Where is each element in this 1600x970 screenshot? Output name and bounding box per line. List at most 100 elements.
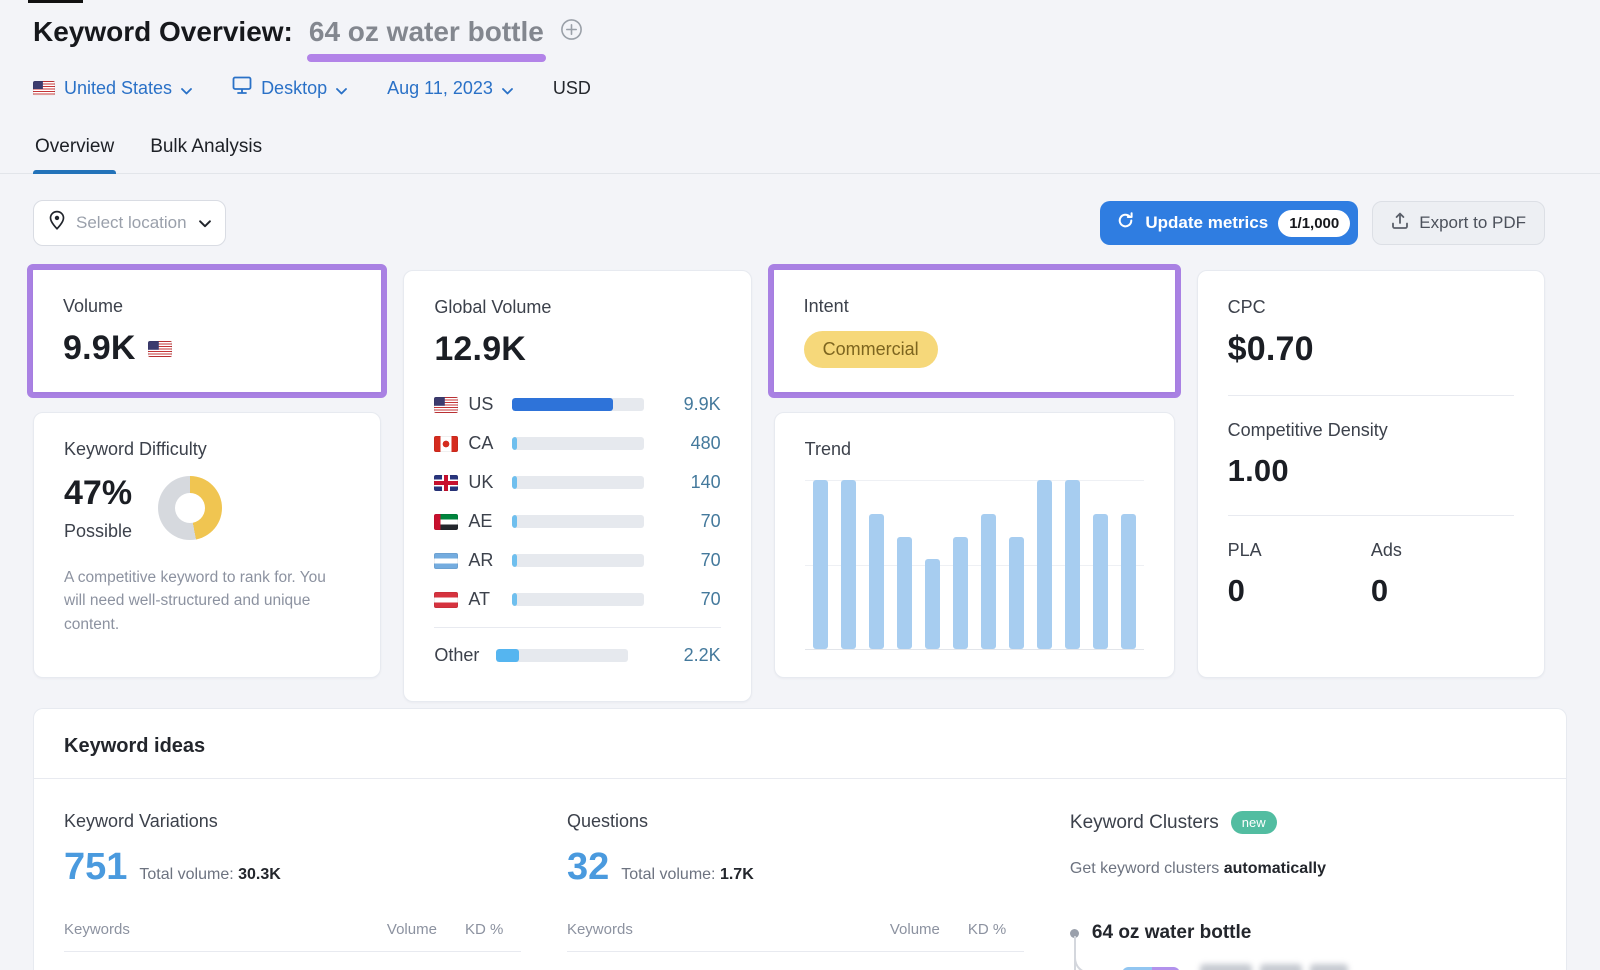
ads-value: 0	[1371, 573, 1514, 609]
flag-at-icon	[434, 592, 458, 608]
connector-curve	[1074, 936, 1104, 970]
trend-bar	[1009, 537, 1024, 649]
keyword-clusters-column: Keyword Clusters new Get keyword cluster…	[1070, 811, 1536, 970]
volume-annotation-box: Volume 9.9K	[27, 264, 387, 398]
divider	[1228, 395, 1514, 396]
toolbar: Select location Update metrics 1/1,000 E…	[33, 200, 1545, 246]
intent-annotation-box: Intent Commercial	[768, 264, 1181, 398]
divider	[434, 627, 720, 628]
blurred-keyword	[1200, 964, 1348, 970]
pla-label: PLA	[1228, 540, 1371, 561]
tab-bulk-analysis[interactable]: Bulk Analysis	[148, 126, 264, 173]
chevron-down-icon	[502, 79, 513, 100]
chevron-down-icon	[336, 79, 347, 100]
other-bar	[496, 649, 518, 662]
chevron-down-icon	[199, 213, 211, 233]
table-header: Keywords Volume KD %	[567, 921, 1024, 952]
tab-overview[interactable]: Overview	[33, 126, 116, 173]
global-volume-row: US 9.9K	[434, 385, 720, 424]
cluster-item[interactable]: 64 oz water bottle	[1070, 922, 1536, 944]
screenshot-artifact	[28, 0, 83, 3]
flag-ae-icon	[434, 514, 458, 530]
pla-value: 0	[1228, 573, 1371, 609]
global-volume-label: Global Volume	[434, 297, 720, 318]
chevron-down-icon	[181, 79, 192, 100]
global-volume-card: Global Volume 12.9K US 9.9K CA 480 UK 14…	[403, 270, 751, 702]
cpc-value: $0.70	[1228, 330, 1514, 369]
cpc-card: CPC $0.70 Competitive Density 1.00 PLA 0…	[1197, 270, 1545, 678]
table-row: 64 oz water bottle 9.9K 47	[64, 952, 521, 970]
keyword-difficulty-card: Keyword Difficulty 47% Possible A compet…	[33, 412, 381, 678]
trend-label: Trend	[805, 439, 1144, 460]
keyword-difficulty-donut	[158, 476, 222, 540]
questions-label: Questions	[567, 811, 1024, 832]
flag-uk-icon	[434, 475, 458, 491]
global-volume-row: CA 480	[434, 424, 720, 463]
ads-label: Ads	[1371, 540, 1514, 561]
keyword-variations-label: Keyword Variations	[64, 811, 521, 832]
table-header: Keywords Volume KD %	[64, 921, 521, 952]
flag-us-icon	[148, 341, 172, 357]
flag-us-icon	[434, 397, 458, 413]
tab-bar: Overview Bulk Analysis	[0, 126, 1600, 174]
date-filter[interactable]: Aug 11, 2023	[387, 77, 513, 100]
new-badge: new	[1231, 811, 1277, 834]
cpc-label: CPC	[1228, 297, 1514, 318]
add-keyword-button[interactable]	[560, 18, 583, 46]
intent-badge[interactable]: Commercial	[804, 331, 938, 368]
device-filter[interactable]: Desktop	[232, 76, 347, 100]
intent-card: Intent Commercial	[774, 270, 1175, 392]
trend-bar	[953, 537, 968, 649]
select-location-button[interactable]: Select location	[33, 200, 226, 246]
trend-bar	[925, 559, 940, 649]
table-row: how many bottles of 590 23	[567, 952, 1024, 970]
competitive-density-value: 1.00	[1228, 453, 1514, 489]
desktop-icon	[232, 76, 252, 100]
keyword-ideas-card: Keyword ideas Keyword Variations 751 Tot…	[33, 708, 1567, 970]
purple-underline-annotation	[307, 54, 546, 62]
usage-count-badge: 1/1,000	[1278, 210, 1350, 237]
volume-label: Volume	[63, 296, 351, 317]
questions-count: 32	[567, 846, 609, 889]
global-volume-row: AE 70	[434, 502, 720, 541]
plus-circle-icon	[560, 18, 583, 46]
questions-column: Questions 32 Total volume: 1.7K Keywords…	[567, 811, 1024, 970]
trend-card: Trend	[774, 412, 1175, 678]
global-volume-value: 12.9K	[434, 330, 720, 369]
metrics-grid: Volume 9.9K Keyword Difficulty 47% Possi…	[33, 270, 1545, 678]
global-volume-row: AT 70	[434, 580, 720, 619]
update-metrics-button[interactable]: Update metrics 1/1,000	[1100, 201, 1358, 245]
clusters-subtitle: Get keyword clusters automatically	[1070, 860, 1536, 878]
trend-bar	[869, 514, 884, 649]
keyword-clusters-label: Keyword Clusters	[1070, 812, 1219, 834]
trend-bar	[1093, 514, 1108, 649]
currency-label: USD	[553, 78, 591, 99]
country-filter[interactable]: United States	[33, 77, 192, 100]
keyword-title: 64 oz water bottle	[309, 16, 544, 47]
competitive-density-label: Competitive Density	[1228, 420, 1514, 441]
volume-card: Volume 9.9K	[33, 270, 381, 392]
global-volume-row: AR 70	[434, 541, 720, 580]
cluster-branch	[1074, 944, 1536, 970]
keyword-difficulty-level: Possible	[64, 521, 132, 542]
trend-bar	[897, 537, 912, 649]
export-to-pdf-button[interactable]: Export to PDF	[1372, 201, 1545, 245]
location-pin-icon	[48, 210, 66, 236]
page-header: Keyword Overview: 64 oz water bottle Uni…	[0, 0, 1600, 100]
trend-bar	[841, 480, 856, 649]
flag-ar-icon	[434, 553, 458, 569]
page-title: Keyword Overview:	[33, 16, 293, 48]
global-volume-other-row: Other 2.2K	[434, 636, 720, 675]
trend-chart	[805, 480, 1144, 650]
divider	[1228, 515, 1514, 516]
flag-us-icon	[33, 81, 55, 96]
keyword-variations-count: 751	[64, 846, 127, 889]
keyword-difficulty-label: Keyword Difficulty	[64, 439, 350, 460]
volume-value: 9.9K	[63, 329, 136, 368]
trend-bar	[1121, 514, 1136, 649]
keyword-ideas-title: Keyword ideas	[34, 709, 1566, 779]
trend-bar	[981, 514, 996, 649]
keyword-difficulty-description: A competitive keyword to rank for. You w…	[64, 566, 336, 636]
keyword-difficulty-value: 47%	[64, 474, 132, 513]
export-icon	[1391, 211, 1409, 235]
